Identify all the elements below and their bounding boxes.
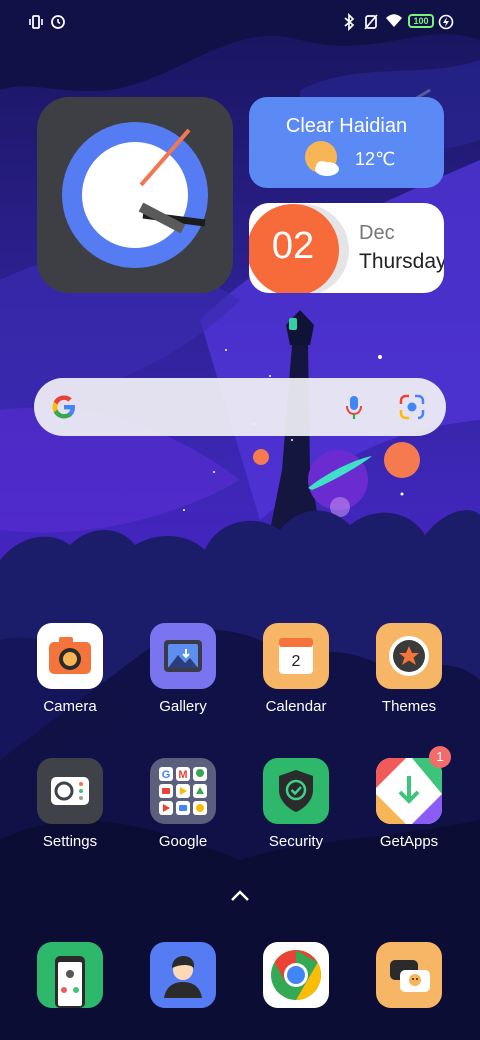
settings-icon bbox=[37, 758, 103, 824]
app-themes[interactable]: Themes bbox=[354, 623, 464, 715]
phone-icon bbox=[37, 942, 103, 1008]
svg-text:M: M bbox=[178, 769, 187, 781]
mic-icon[interactable] bbox=[344, 394, 364, 420]
app-camera[interactable]: Camera bbox=[15, 623, 125, 715]
app-label: Settings bbox=[42, 833, 98, 850]
chevron-up-icon[interactable] bbox=[228, 886, 252, 906]
bluetooth-icon bbox=[344, 13, 355, 31]
date-month: Dec bbox=[359, 222, 395, 244]
app-calendar[interactable]: 2 Calendar bbox=[241, 623, 351, 715]
vibrate-icon bbox=[29, 15, 43, 29]
calendar-day-number: 2 bbox=[292, 653, 301, 670]
app-label: Calendar bbox=[265, 698, 327, 715]
app-label: Gallery bbox=[159, 698, 207, 715]
status-bar: 100 bbox=[0, 0, 480, 44]
app-gallery[interactable]: Gallery bbox=[128, 623, 238, 715]
partly-cloudy-icon bbox=[305, 141, 339, 176]
chrome-icon bbox=[263, 942, 329, 1008]
wifi-icon bbox=[386, 14, 402, 27]
lens-icon[interactable] bbox=[399, 394, 425, 420]
camera-icon bbox=[37, 623, 103, 689]
analog-clock-icon bbox=[62, 122, 208, 268]
weather-location: Clear Haidian bbox=[285, 115, 408, 137]
app-google-folder[interactable]: G M Google bbox=[128, 758, 238, 850]
app-settings[interactable]: Settings bbox=[15, 758, 125, 850]
dock-chrome[interactable] bbox=[241, 942, 351, 1008]
messages-icon bbox=[376, 942, 442, 1008]
security-icon bbox=[263, 758, 329, 824]
battery-icon: 100 bbox=[408, 14, 434, 28]
gallery-icon bbox=[150, 623, 216, 689]
no-sim-icon bbox=[364, 14, 378, 30]
search-bar[interactable] bbox=[34, 378, 446, 436]
google-logo bbox=[52, 395, 75, 419]
dock-messages[interactable] bbox=[354, 942, 464, 1008]
weather-widget[interactable]: Clear Haidian 12℃ bbox=[249, 97, 444, 188]
contacts-icon bbox=[150, 942, 216, 1008]
app-security[interactable]: Security bbox=[241, 758, 351, 850]
app-label: Google bbox=[158, 833, 208, 850]
getapps-icon bbox=[376, 758, 442, 824]
google-folder-icon: G M bbox=[150, 758, 216, 824]
weather-temperature: 12℃ bbox=[355, 149, 396, 169]
date-weekday: Thursday bbox=[359, 250, 444, 273]
date-day: 02 bbox=[271, 225, 315, 267]
dock-phone[interactable] bbox=[15, 942, 125, 1008]
app-label: GetApps bbox=[379, 833, 439, 850]
app-label: Themes bbox=[381, 698, 437, 715]
notification-badge: 1 bbox=[429, 746, 451, 768]
alarm-icon bbox=[51, 15, 65, 29]
clock-widget[interactable] bbox=[37, 97, 233, 293]
dock-contacts[interactable] bbox=[128, 942, 238, 1008]
calendar-icon: 2 bbox=[263, 623, 329, 689]
date-widget[interactable]: 02 Dec Thursday bbox=[249, 203, 444, 293]
themes-icon bbox=[376, 623, 442, 689]
charging-icon bbox=[438, 14, 454, 30]
app-getapps[interactable]: GetApps bbox=[354, 758, 464, 850]
app-label: Camera bbox=[43, 698, 97, 715]
svg-text:G: G bbox=[162, 769, 171, 781]
app-label: Security bbox=[268, 833, 324, 850]
